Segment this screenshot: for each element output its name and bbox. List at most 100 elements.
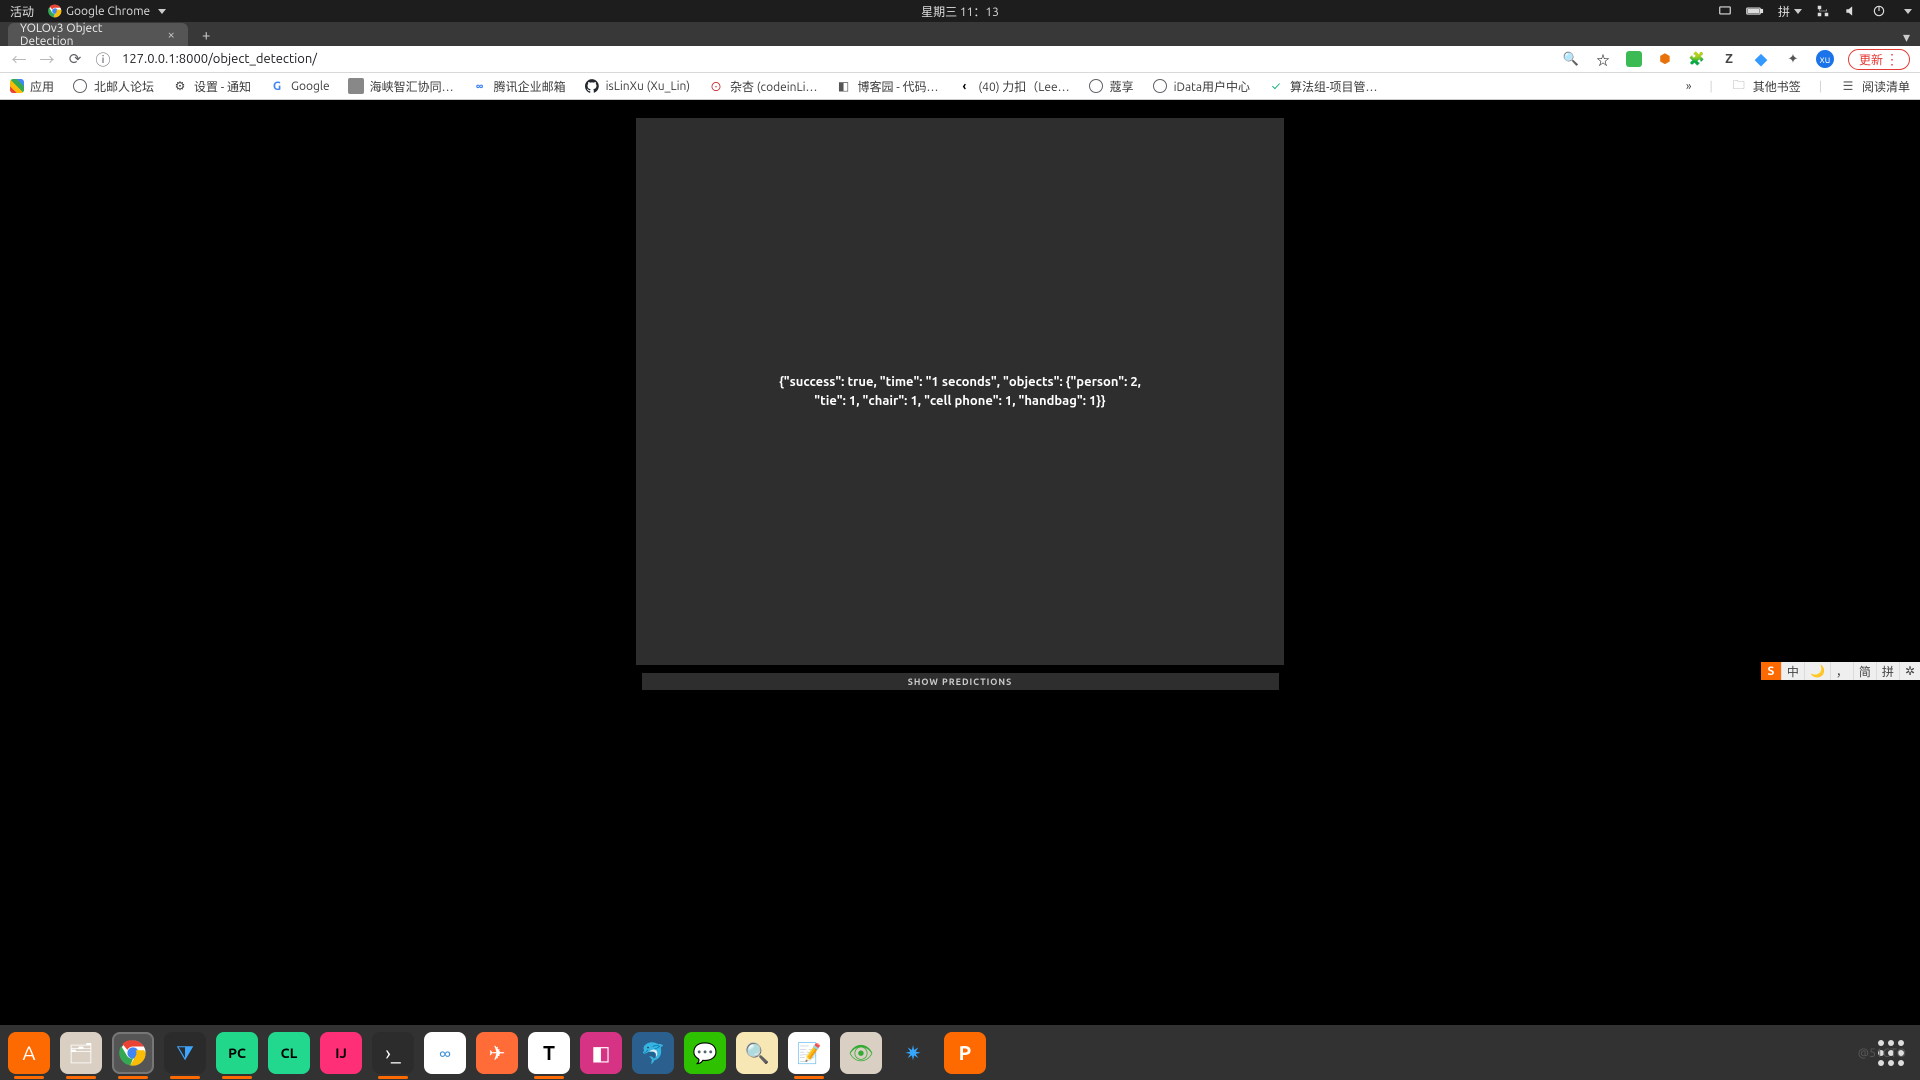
reading-list-icon: ☰ xyxy=(1840,78,1856,94)
favicon xyxy=(1088,78,1104,94)
dock-app-vscode[interactable]: ⧩ xyxy=(164,1032,206,1074)
bookmark-item[interactable]: ◧博客园 - 代码… xyxy=(835,78,938,95)
ime-settings-icon[interactable]: ✲ xyxy=(1899,662,1920,680)
ime-toolbar[interactable]: S 中 🌙 ， 简 拼 ✲ xyxy=(1761,662,1920,680)
clock[interactable]: 星期三 11：13 xyxy=(921,3,999,20)
bookmark-item[interactable]: ✓算法组-项目管… xyxy=(1268,78,1377,95)
ime-mode[interactable]: 中 xyxy=(1781,662,1804,680)
bookmark-item[interactable]: ∞腾讯企业邮箱 xyxy=(472,78,566,95)
page-viewport: {"success": true, "time": "1 seconds", "… xyxy=(0,100,1920,1025)
favicon xyxy=(72,78,88,94)
new-tab-button[interactable]: + xyxy=(202,23,210,46)
watermark: @51CTO xyxy=(1858,1047,1906,1060)
search-icon[interactable]: 🔍 xyxy=(1562,50,1580,68)
site-info-icon[interactable]: ⓘ xyxy=(94,49,112,70)
reload-button[interactable]: ⟳ xyxy=(66,50,84,68)
sogou-icon: S xyxy=(1761,662,1781,680)
app-menu[interactable]: Google Chrome xyxy=(48,4,166,18)
volume-icon[interactable] xyxy=(1844,4,1858,18)
favicon: ㅤ xyxy=(348,78,364,94)
favicon: ✓ xyxy=(1268,78,1284,94)
bookmark-item[interactable]: ㅤ海峡智汇协同… xyxy=(348,78,454,95)
gnome-top-bar: 活动 Google Chrome 星期三 11：13 拼 xyxy=(0,0,1920,22)
detection-result-panel: {"success": true, "time": "1 seconds", "… xyxy=(636,118,1284,665)
bookmark-item[interactable]: GGoogle xyxy=(269,78,330,94)
screen-icon[interactable] xyxy=(1718,4,1732,18)
app-menu-label: Google Chrome xyxy=(66,5,150,18)
folder-icon: 🗀 xyxy=(1731,78,1747,94)
bookmark-item[interactable]: ⊙杂杏 (codeinLi… xyxy=(708,78,817,95)
window-minimize-icon[interactable]: ▾ xyxy=(1903,29,1910,46)
bookmark-item[interactable]: ⚙设置 - 通知 xyxy=(172,78,251,95)
dock-app-wps[interactable]: P xyxy=(944,1032,986,1074)
chevron-down-icon xyxy=(158,9,166,14)
dock-app-notes[interactable]: 📝 xyxy=(788,1032,830,1074)
dock-app-intellij[interactable]: IJ xyxy=(320,1032,362,1074)
github-icon xyxy=(584,78,600,94)
dock-app-pycharm[interactable]: PC xyxy=(216,1032,258,1074)
dock-app-terminal[interactable]: ›_ xyxy=(372,1032,414,1074)
favicon: ◧ xyxy=(835,78,851,94)
ime-simplified[interactable]: 简 xyxy=(1853,662,1876,680)
ime-punct[interactable]: ， xyxy=(1830,662,1853,680)
extensions-button[interactable]: ✦ xyxy=(1784,50,1802,68)
dock-app-wechat[interactable]: 💬 xyxy=(684,1032,726,1074)
google-icon: G xyxy=(269,78,285,94)
star-icon[interactable]: ☆ xyxy=(1594,50,1612,68)
dock-app-typora[interactable]: T xyxy=(528,1032,570,1074)
dock-app-screenshot[interactable]: ◧ xyxy=(580,1032,622,1074)
dock-app-software[interactable]: A xyxy=(8,1032,50,1074)
chrome-icon xyxy=(48,4,62,18)
extension-icon[interactable]: Z xyxy=(1720,50,1738,68)
show-predictions-button[interactable]: SHOW PREDICTIONS xyxy=(642,673,1279,690)
update-button[interactable]: 更新⋮ xyxy=(1848,49,1910,70)
dock-app-eye[interactable]: 👁 xyxy=(840,1032,882,1074)
bookmark-item[interactable]: ‹(40) 力扣（Lee… xyxy=(956,78,1069,95)
tab-strip: YOLOv3 Object Detection × + ▾ xyxy=(0,22,1920,46)
battery-icon[interactable] xyxy=(1746,5,1764,17)
ime-theme-icon[interactable]: 🌙 xyxy=(1804,662,1830,680)
forward-button[interactable]: → xyxy=(38,49,56,70)
bookmark-item[interactable]: 蔻享 xyxy=(1088,78,1134,95)
apps-icon xyxy=(10,79,24,93)
favicon: ⊙ xyxy=(708,78,724,94)
dock: A 🗂 ⧩ PC CL IJ ›_ ∞ ✈ T ◧ 🐬 💬 🔍 📝 👁 ✷ P xyxy=(0,1025,1920,1080)
extension-icon[interactable]: ◆ xyxy=(1752,50,1770,68)
chevron-down-icon xyxy=(1794,9,1802,14)
tab-title: YOLOv3 Object Detection xyxy=(20,22,154,48)
browser-tab[interactable]: YOLOv3 Object Detection × xyxy=(8,23,188,46)
network-icon[interactable] xyxy=(1816,4,1830,18)
apps-shortcut[interactable]: 应用 xyxy=(10,78,54,95)
url-text: 127.0.0.1:8000/object_detection/ xyxy=(122,52,317,66)
activities-button[interactable]: 活动 xyxy=(10,3,34,20)
dock-app-chrome[interactable] xyxy=(112,1032,154,1074)
chevron-down-icon xyxy=(1904,9,1912,14)
other-bookmarks[interactable]: 🗀其他书签 xyxy=(1731,78,1801,95)
detection-json-output: {"success": true, "time": "1 seconds", "… xyxy=(779,373,1141,409)
reading-list[interactable]: ☰阅读清单 xyxy=(1840,78,1910,95)
back-button[interactable]: ← xyxy=(10,49,28,70)
favicon: ‹ xyxy=(956,78,972,94)
dock-app-loupe[interactable]: 🔍 xyxy=(736,1032,778,1074)
dock-app-postman[interactable]: ✈ xyxy=(476,1032,518,1074)
bookmark-item[interactable]: iData用户中心 xyxy=(1152,78,1250,95)
profile-avatar[interactable]: xu xyxy=(1816,50,1834,68)
bookmark-item[interactable]: 北邮人论坛 xyxy=(72,78,154,95)
dock-app-mysql[interactable]: 🐬 xyxy=(632,1032,674,1074)
bookmark-item[interactable]: isLinXu (Xu_Lin) xyxy=(584,78,690,94)
favicon xyxy=(1152,78,1168,94)
address-bar[interactable]: 127.0.0.1:8000/object_detection/ xyxy=(122,52,1552,66)
power-icon[interactable] xyxy=(1872,4,1886,18)
dock-app-baidu[interactable]: ∞ xyxy=(424,1032,466,1074)
dock-app-spark[interactable]: ✷ xyxy=(892,1032,934,1074)
extension-icon[interactable]: 🧩 xyxy=(1688,50,1706,68)
bookmarks-overflow[interactable]: » xyxy=(1686,80,1692,93)
close-icon[interactable]: × xyxy=(164,28,178,42)
ime-indicator[interactable]: 拼 xyxy=(1778,3,1802,20)
extension-icon[interactable] xyxy=(1626,51,1642,67)
extension-icon[interactable]: ⬢ xyxy=(1656,50,1674,68)
dock-app-files[interactable]: 🗂 xyxy=(60,1032,102,1074)
ime-pinyin[interactable]: 拼 xyxy=(1876,662,1899,680)
gear-icon: ⚙ xyxy=(172,78,188,94)
dock-app-clion[interactable]: CL xyxy=(268,1032,310,1074)
